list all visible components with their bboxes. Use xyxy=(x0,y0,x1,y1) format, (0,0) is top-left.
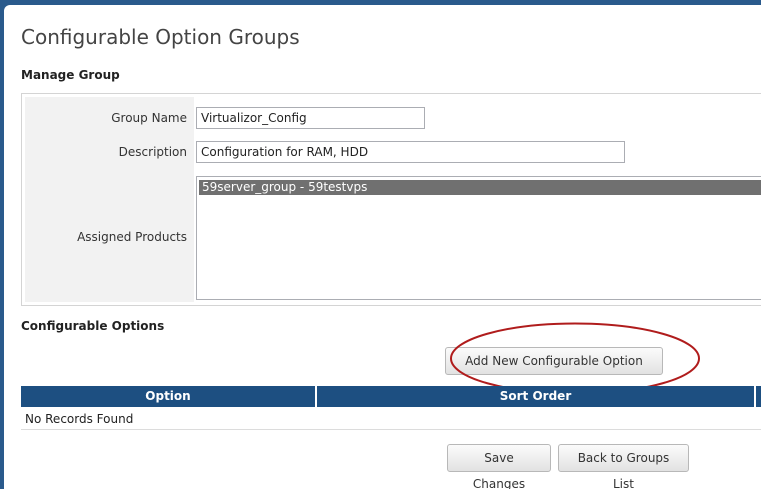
page-title: Configurable Option Groups xyxy=(21,25,300,49)
content-panel: Configurable Option Groups Manage Group … xyxy=(4,5,761,489)
description-label: Description xyxy=(118,145,187,159)
assigned-products-label: Assigned Products xyxy=(77,230,187,244)
table-empty-row: No Records Found xyxy=(21,408,761,430)
manage-group-heading: Manage Group xyxy=(21,68,120,82)
options-table-header: Option Sort Order xyxy=(21,386,761,407)
assigned-product-item[interactable]: 59server_group - 59testvps xyxy=(199,180,761,195)
column-sort-order[interactable]: Sort Order xyxy=(317,386,756,407)
description-input[interactable]: Configuration for RAM, HDD xyxy=(196,141,625,163)
save-changes-button[interactable]: Save Changes xyxy=(447,444,551,489)
form-inner: Group Name Virtualizor_Config Descriptio… xyxy=(25,97,761,302)
back-to-groups-button[interactable]: Back to Groups List xyxy=(558,444,689,489)
assigned-products-listbox[interactable]: 59server_group - 59testvps xyxy=(196,176,761,300)
column-option[interactable]: Option xyxy=(21,386,317,407)
configurable-options-heading: Configurable Options xyxy=(21,319,165,333)
manage-group-form: Group Name Virtualizor_Config Descriptio… xyxy=(21,93,761,306)
group-name-input[interactable]: Virtualizor_Config xyxy=(196,107,425,129)
group-name-label: Group Name xyxy=(111,111,187,125)
column-extra xyxy=(756,386,761,407)
